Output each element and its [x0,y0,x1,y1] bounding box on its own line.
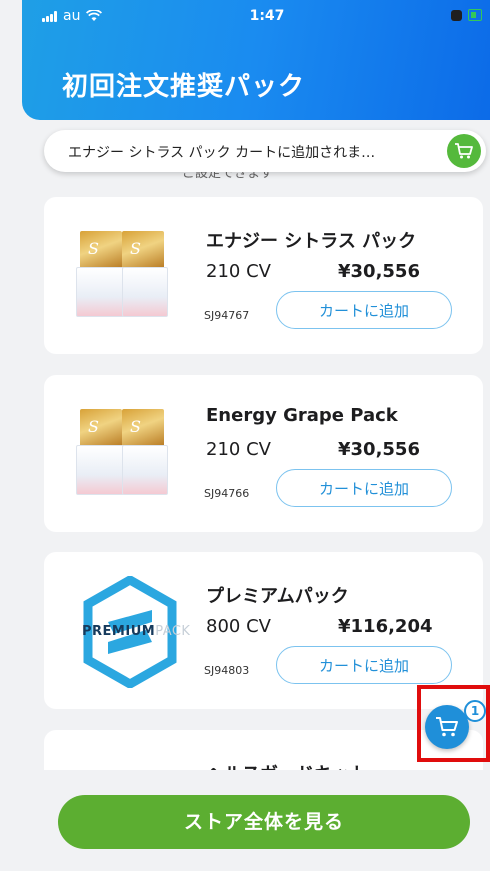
toast-message: エナジー シトラス パック カートに追加されま… [68,145,376,161]
product-sku: SJ94767 [204,309,250,322]
carrier-label: au [63,8,81,24]
product-card: S S エナジー シトラス パック 210 CV ¥30,556 SJ94767… [44,197,483,354]
product-image: S S [72,227,204,327]
signal-icon [42,10,57,22]
premium-pack-logo: PREMIUMPACK [74,574,206,694]
product-price: ¥116,204 [338,616,433,637]
cart-check-icon [447,134,481,168]
wifi-icon [86,10,103,21]
product-cv: 210 CV [206,439,271,460]
product-sku: SJ94803 [204,664,250,677]
product-price: ¥30,556 [338,261,420,282]
product-name: Energy Grape Pack [206,405,398,426]
product-cv: 800 CV [206,616,271,637]
add-to-cart-button[interactable]: カートに追加 [276,646,452,684]
header: au 1:47 初回注文推奨パック [22,0,490,120]
product-name: エナジー シトラス パック [206,231,417,252]
add-to-cart-button[interactable]: カートに追加 [276,469,452,507]
status-time: 1:47 [249,8,285,24]
added-to-cart-toast[interactable]: エナジー シトラス パック カートに追加されま… [44,130,486,172]
battery-icon [468,9,482,21]
cart-icon [436,717,458,737]
page-title: 初回注文推奨パック [62,72,306,102]
product-image: S S [72,405,204,505]
view-store-button[interactable]: ストア全体を見る [58,795,470,849]
status-bar: au 1:47 [22,0,490,32]
product-name: プレミアムパック [206,586,349,607]
product-card: S S Energy Grape Pack 210 CV ¥30,556 SJ9… [44,375,483,532]
alarm-icon [451,9,462,21]
product-cv: 210 CV [206,261,271,282]
cart-count-badge: 1 [464,700,486,722]
premium-logo-text: PREMIUMPACK [82,624,191,639]
product-sku: SJ94766 [204,487,250,500]
product-price: ¥30,556 [338,439,420,460]
add-to-cart-button[interactable]: カートに追加 [276,291,452,329]
floating-cart-button[interactable] [425,705,469,749]
